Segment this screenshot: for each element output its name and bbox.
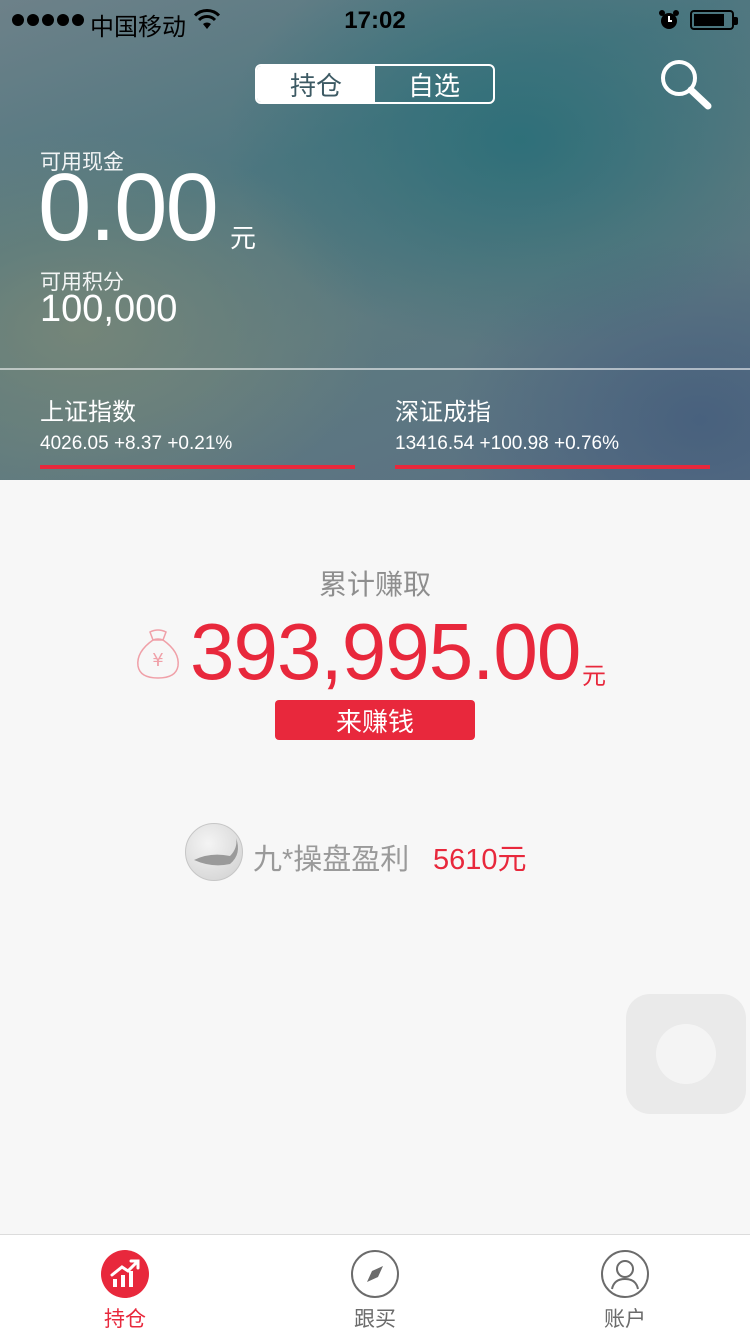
status-bar: 中国移动 17:02 (0, 0, 750, 41)
promo-text[interactable]: 九*操盘盈利 (253, 836, 409, 878)
alarm-icon (659, 10, 679, 29)
search-icon[interactable] (658, 58, 714, 110)
earn-money-button[interactable]: 来赚钱 (275, 700, 475, 740)
index-shenzhen[interactable]: 深证成指 13416.54 +100.98 +0.76% (395, 392, 710, 469)
index-trend-bar (395, 465, 710, 469)
money-bag-icon: ¥ (137, 629, 179, 679)
swoosh-logo-icon (194, 838, 238, 866)
index-quote: 4026.05 +8.37 +0.21% (40, 433, 233, 454)
tab-watchlist[interactable]: 自选 (375, 66, 493, 102)
earnings-label: 累计赚取 (318, 569, 431, 600)
index-name: 上证指数 (40, 399, 136, 426)
status-time: 17:02 (344, 7, 406, 34)
index-shanghai[interactable]: 上证指数 4026.05 +8.37 +0.21% (40, 392, 355, 469)
cash-value: 0.00 (38, 154, 219, 261)
battery-icon (690, 10, 738, 30)
floating-assistive-button[interactable] (626, 994, 746, 1114)
earnings-unit: 元 (582, 663, 606, 690)
tab-bar-follow-buy[interactable]: 跟买 (300, 1249, 450, 1333)
user-icon (601, 1250, 649, 1298)
tab-bar-holdings[interactable]: 持仓 (50, 1249, 200, 1333)
bottom-tab-bar: 持仓 跟买 账户 (0, 1234, 750, 1334)
points-value: 100,000 (40, 288, 178, 330)
holdings-watchlist-toggle[interactable]: 持仓 自选 (255, 64, 495, 104)
earnings-value: 393,995.00 (190, 607, 581, 696)
index-trend-bar (40, 465, 355, 469)
tab-label: 持仓 (104, 1308, 146, 1331)
compass-icon (351, 1250, 399, 1298)
tab-label: 跟买 (354, 1308, 396, 1331)
divider (0, 368, 750, 370)
tab-holdings[interactable]: 持仓 (257, 66, 375, 102)
promo-amount[interactable]: 5610元 (433, 836, 527, 878)
cash-unit: 元 (230, 223, 257, 253)
tab-bar-account[interactable]: 账户 (550, 1249, 700, 1333)
svg-text:¥: ¥ (152, 650, 163, 671)
index-name: 深证成指 (395, 399, 491, 426)
tab-label: 账户 (604, 1308, 646, 1331)
index-quote: 13416.54 +100.98 +0.76% (395, 433, 619, 454)
account-header: 中国移动 17:02 持仓 自选 可用现金 0.00 元 可用积分 100,00… (0, 0, 750, 480)
holdings-chart-icon (101, 1250, 149, 1298)
avatar[interactable] (185, 823, 243, 881)
